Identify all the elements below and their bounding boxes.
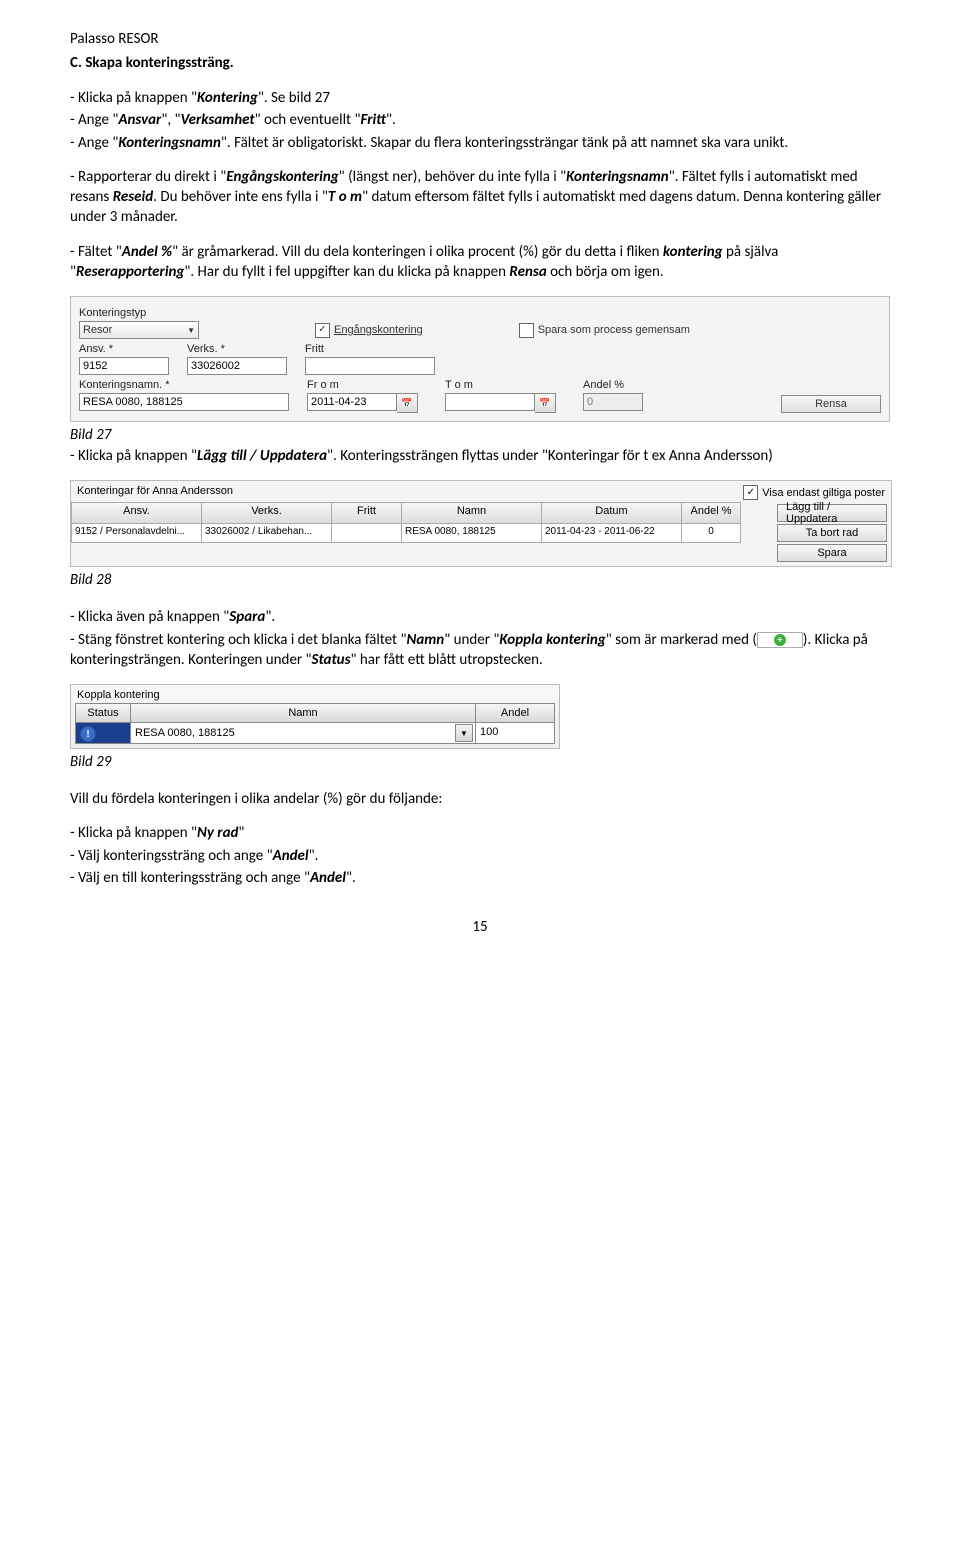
- instruction-line: - Välj konteringssträng och ange "Andel"…: [70, 846, 890, 866]
- kk-data-row[interactable]: ! RESA 0080, 188125 ▼ 100: [75, 723, 555, 744]
- instruction-paragraph: - Rapporterar du direkt i "Engångskonter…: [70, 167, 890, 228]
- caption-bild28: Bild 28: [70, 571, 890, 589]
- th-datum[interactable]: Datum: [541, 502, 681, 524]
- cell-namn: RESA 0080, 188125: [401, 524, 541, 543]
- dropdown-value: RESA 0080, 188125: [135, 727, 235, 739]
- chevron-down-icon[interactable]: ▼: [455, 724, 473, 742]
- instruction-line: - Klicka på knappen "Lägg till / Uppdate…: [70, 446, 890, 466]
- rensa-button[interactable]: Rensa: [781, 395, 881, 413]
- input-ansv[interactable]: [79, 357, 169, 375]
- page-header: Palasso RESOR: [70, 30, 890, 48]
- namn-dropdown[interactable]: RESA 0080, 188125 ▼: [131, 723, 475, 743]
- select-konteringstyp[interactable]: Resor: [79, 321, 199, 339]
- label-ansv: Ansv. *: [79, 343, 169, 355]
- instruction-line: - Klicka på knappen "Kontering". Se bild…: [70, 88, 890, 108]
- input-tom-date[interactable]: [445, 393, 535, 411]
- cell-andel: 0: [681, 524, 741, 543]
- konteringar-table-panel: Konteringar för Anna Andersson ✓ Visa en…: [70, 480, 892, 567]
- calendar-icon[interactable]: 📅: [397, 393, 418, 413]
- input-from-date[interactable]: [307, 393, 397, 411]
- checkbox-spara-gemensam[interactable]: Spara som process gemensam: [519, 321, 690, 339]
- check-icon: ✓: [315, 323, 330, 338]
- ta-bort-rad-button[interactable]: Ta bort rad: [777, 524, 887, 542]
- label-from: Fr o m: [307, 379, 427, 391]
- input-andel: [583, 393, 643, 411]
- checkbox-icon: [519, 323, 534, 338]
- kontering-form-panel: Konteringstyp Resor ✓ Engångskontering S…: [70, 296, 890, 422]
- caption-bild27: Bild 27: [70, 426, 890, 444]
- koppla-kontering-panel: Koppla kontering Status Namn Andel ! RES…: [70, 684, 560, 749]
- kk-header-row: Status Namn Andel: [75, 703, 555, 723]
- th-andel[interactable]: Andel %: [681, 502, 741, 524]
- lagg-till-button[interactable]: Lägg till / Uppdatera: [777, 504, 887, 522]
- label-verks: Verks. *: [187, 343, 287, 355]
- instruction-line: - Välj en till konteringssträng och ange…: [70, 868, 890, 888]
- page-number: 15: [70, 918, 890, 936]
- instruction-paragraph: - Fältet "Andel %" är gråmarkerad. Vill …: [70, 242, 890, 283]
- input-fritt[interactable]: [305, 357, 435, 375]
- table-header-row: Ansv. Verks. Fritt Namn Datum Andel %: [71, 502, 775, 524]
- plus-icon: +: [774, 634, 786, 646]
- input-verks[interactable]: [187, 357, 287, 375]
- th-namn[interactable]: Namn: [401, 502, 541, 524]
- instruction-line: - Klicka även på knappen "Spara".: [70, 607, 890, 627]
- label-konteringstyp: Konteringstyp: [79, 307, 199, 319]
- instruction-paragraph: - Stäng fönstret kontering och klicka i …: [70, 630, 890, 671]
- calendar-icon[interactable]: 📅: [535, 393, 556, 413]
- koppla-kontering-title: Koppla kontering: [75, 689, 555, 703]
- label-andel: Andel %: [583, 379, 643, 391]
- th-fritt[interactable]: Fritt: [331, 502, 401, 524]
- label-fritt: Fritt: [305, 343, 435, 355]
- table-row[interactable]: 9152 / Personalavdelni... 33026002 / Lik…: [71, 524, 775, 543]
- input-konteringsnamn[interactable]: [79, 393, 289, 411]
- status-exclamation-icon: !: [80, 726, 96, 742]
- cell-fritt: [331, 524, 401, 543]
- caption-bild29: Bild 29: [70, 753, 890, 771]
- instruction-line: - Ange "Ansvar", "Verksamhet" och eventu…: [70, 110, 890, 130]
- cell-ansv: 9152 / Personalavdelni...: [71, 524, 201, 543]
- spara-button[interactable]: Spara: [777, 544, 887, 562]
- checkbox-engangskontering[interactable]: ✓ Engångskontering: [315, 321, 423, 339]
- checkbox-visa-giltiga[interactable]: ✓ Visa endast giltiga poster: [743, 485, 885, 500]
- th-verks[interactable]: Verks.: [201, 502, 331, 524]
- th-status: Status: [75, 703, 130, 723]
- instruction-line: - Klicka på knappen "Ny rad": [70, 823, 890, 843]
- andel-value[interactable]: 100: [476, 723, 554, 741]
- instruction-paragraph: Vill du fördela konteringen i olika ande…: [70, 789, 890, 809]
- cell-datum: 2011-04-23 - 2011-06-22: [541, 524, 681, 543]
- th-andel: Andel: [475, 703, 555, 723]
- plus-icon-inline: +: [757, 632, 803, 648]
- label-tom: T o m: [445, 379, 565, 391]
- cell-verks: 33026002 / Likabehan...: [201, 524, 331, 543]
- table-title: Konteringar för Anna Andersson: [77, 485, 233, 500]
- th-ansv[interactable]: Ansv.: [71, 502, 201, 524]
- label-konteringsnamn: Konteringsnamn. *: [79, 379, 289, 391]
- check-icon: ✓: [743, 485, 758, 500]
- instruction-line: - Ange "Konteringsnamn". Fältet är oblig…: [70, 133, 890, 153]
- th-namn: Namn: [130, 703, 475, 723]
- section-title: C. Skapa konteringssträng.: [70, 54, 890, 72]
